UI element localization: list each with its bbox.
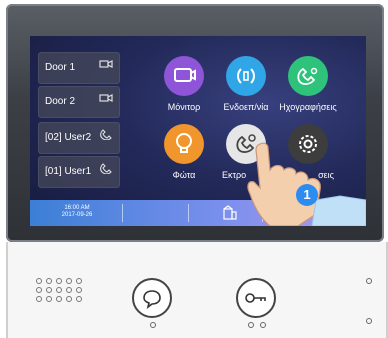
date-text: 2017-09-26 (61, 212, 93, 218)
key-icon (245, 293, 266, 303)
time-text: 16:00 AM (64, 205, 90, 211)
list-item-user2[interactable]: [02] User2 (38, 122, 120, 154)
monitor-camera-icon (164, 56, 204, 96)
app-recordings[interactable]: Ηχογραφήσεις (268, 56, 348, 118)
hand-pointer-icon (247, 142, 366, 226)
list-item-user1[interactable]: [01] User1 (38, 156, 120, 188)
speaker-grille (36, 278, 96, 306)
lightbulb-icon (164, 124, 204, 164)
recording-icon (288, 56, 328, 96)
divider (122, 204, 123, 222)
list-item-label: [01] User1 (45, 166, 92, 177)
indicator-dot (150, 322, 156, 328)
device-lower-panel (6, 242, 388, 338)
handset-icon (100, 163, 112, 174)
divider (188, 204, 189, 222)
list-item-label: [02] User2 (45, 132, 92, 143)
step-badge: 1 (296, 184, 318, 206)
indicator-dot (260, 322, 266, 328)
handset-icon (100, 129, 112, 140)
speech-bubble-icon (143, 290, 161, 309)
list-item-door-1[interactable]: Door 1 (38, 52, 120, 84)
camera-icon (99, 94, 113, 102)
list-item-label: Door 2 (45, 96, 76, 107)
list-item-label: Door 1 (45, 62, 76, 73)
unlock-button[interactable] (236, 278, 276, 318)
touch-screen: Door 1 Door 2 [02] User2 [01] User1 Μόνι… (30, 36, 366, 226)
indicator-dot (366, 278, 372, 284)
list-item-door-2[interactable]: Door 2 (38, 86, 120, 118)
indicator-dot (248, 322, 254, 328)
talk-button[interactable] (132, 278, 172, 318)
intercom-icon (226, 56, 266, 96)
datetime: 16:00 AM 2017-09-26 (42, 205, 112, 219)
app-label: Ηχογραφήσεις (279, 102, 337, 112)
indicator-dot (366, 318, 372, 324)
camera-icon (99, 60, 113, 68)
